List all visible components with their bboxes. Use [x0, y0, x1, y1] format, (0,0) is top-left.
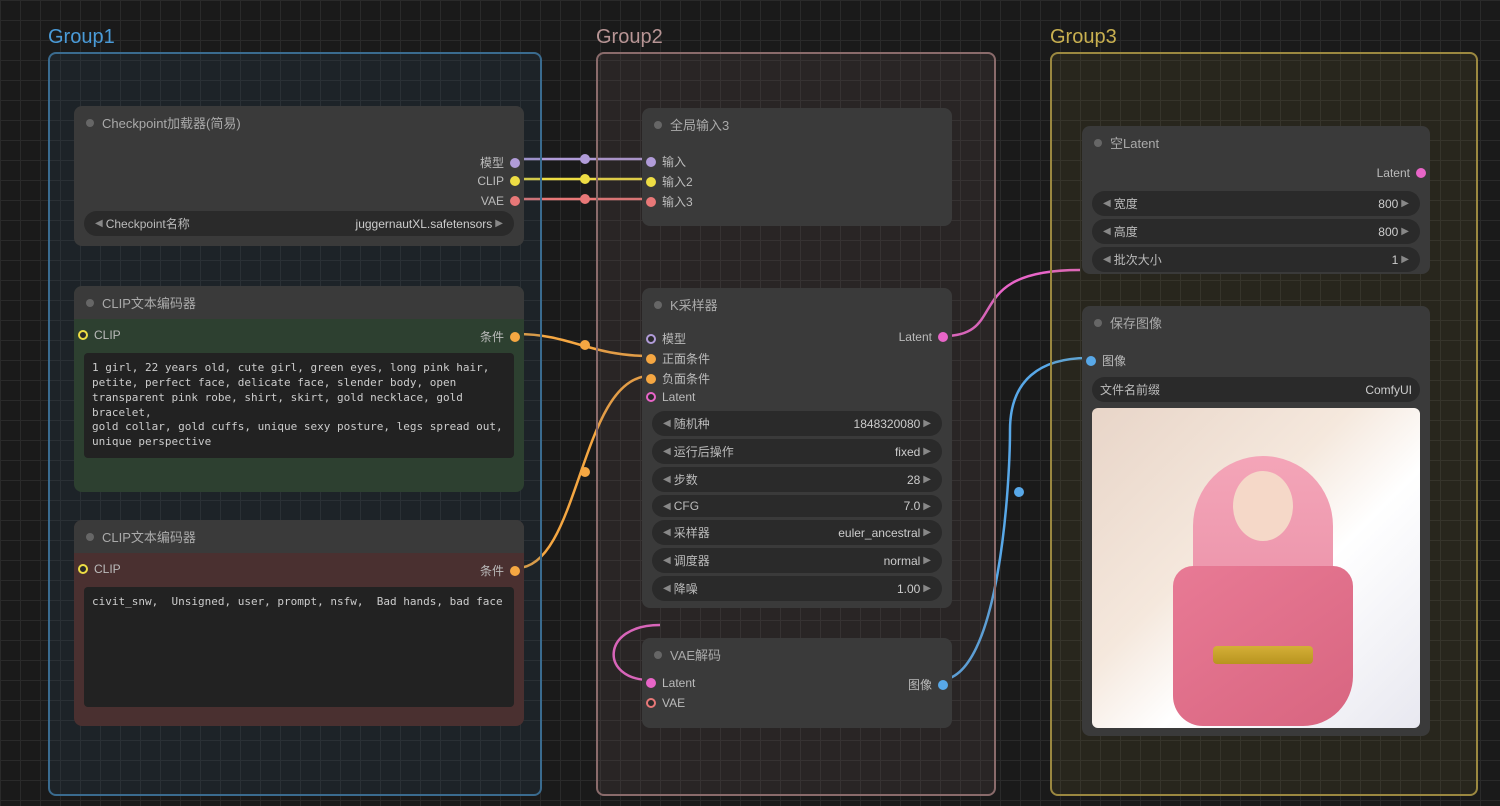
collapse-dot[interactable]: [86, 299, 94, 307]
latent-widget-0[interactable]: ◀宽度800▶: [1092, 191, 1420, 216]
node-header[interactable]: K采样器: [642, 288, 952, 321]
node-header[interactable]: Checkpoint加载器(简易): [74, 106, 524, 139]
next-arrow-icon[interactable]: ▶: [1398, 254, 1412, 265]
output-port-image[interactable]: [938, 680, 948, 690]
latent-widget-2[interactable]: ◀批次大小1▶: [1092, 247, 1420, 272]
input-port-latent[interactable]: [646, 392, 656, 402]
output-port-model[interactable]: [510, 158, 520, 168]
latent-widget-1[interactable]: ◀高度800▶: [1092, 219, 1420, 244]
collapse-dot[interactable]: [86, 119, 94, 127]
prev-arrow-icon[interactable]: ◀: [660, 446, 674, 457]
prompt-textarea[interactable]: 1 girl, 22 years old, cute girl, green e…: [84, 353, 514, 458]
filename-prefix-widget[interactable]: 文件名前缀ComfyUI: [1092, 377, 1420, 402]
next-arrow-icon[interactable]: ▶: [920, 501, 934, 512]
vae-decode-node[interactable]: VAE解码 Latent 图像 VAE: [642, 638, 952, 728]
output-port-conditioning[interactable]: [510, 332, 520, 342]
next-arrow-icon[interactable]: ▶: [920, 583, 934, 594]
output-port-vae[interactable]: [510, 196, 520, 206]
collapse-dot[interactable]: [1094, 139, 1102, 147]
clip-text-negative-node[interactable]: CLIP文本编码器 CLIP 条件 civit_snw, Unsigned, u…: [74, 520, 524, 726]
checkpoint-loader-node[interactable]: Checkpoint加载器(简易) 模型 CLIP VAE ◀Checkpoin…: [74, 106, 524, 246]
group-3-title: Group3: [1050, 26, 1117, 49]
node-header[interactable]: 保存图像: [1082, 306, 1430, 339]
input-port-3[interactable]: [646, 197, 656, 207]
next-arrow-icon[interactable]: ▶: [920, 555, 934, 566]
output-port-latent[interactable]: [938, 332, 948, 342]
next-arrow-icon[interactable]: ▶: [1398, 226, 1412, 237]
next-arrow-icon[interactable]: ▶: [1398, 198, 1412, 209]
prev-arrow-icon[interactable]: ◀: [660, 555, 674, 566]
ksampler-node[interactable]: K采样器 模型 Latent 正面条件 负面条件 Latent ◀随机种1848…: [642, 288, 952, 608]
ksampler-widget-0[interactable]: ◀随机种1848320080▶: [652, 411, 942, 436]
input-port-2[interactable]: [646, 177, 656, 187]
prev-arrow-icon[interactable]: ◀: [660, 527, 674, 538]
next-arrow-icon[interactable]: ▶: [492, 218, 506, 229]
prev-arrow-icon[interactable]: ◀: [660, 583, 674, 594]
prev-arrow-icon[interactable]: ◀: [1100, 226, 1114, 237]
ksampler-widget-3[interactable]: ◀CFG7.0▶: [652, 495, 942, 517]
input-port-image[interactable]: [1086, 356, 1096, 366]
output-port-latent[interactable]: [1416, 168, 1426, 178]
input-port-clip[interactable]: [78, 330, 88, 340]
input-port-model[interactable]: [646, 334, 656, 344]
node-header[interactable]: VAE解码: [642, 638, 952, 671]
next-arrow-icon[interactable]: ▶: [920, 527, 934, 538]
node-header[interactable]: 全局输入3: [642, 108, 952, 141]
input-port-1[interactable]: [646, 157, 656, 167]
next-arrow-icon[interactable]: ▶: [920, 474, 934, 485]
prev-arrow-icon[interactable]: ◀: [660, 474, 674, 485]
prompt-textarea[interactable]: civit_snw, Unsigned, user, prompt, nsfw,…: [84, 587, 514, 707]
ksampler-widget-5[interactable]: ◀调度器normal▶: [652, 548, 942, 573]
collapse-dot[interactable]: [1094, 319, 1102, 327]
collapse-dot[interactable]: [654, 651, 662, 659]
prev-arrow-icon[interactable]: ◀: [1100, 198, 1114, 209]
prev-arrow-icon[interactable]: ◀: [660, 418, 674, 429]
empty-latent-node[interactable]: 空Latent Latent ◀宽度800▶◀高度800▶◀批次大小1▶: [1082, 126, 1430, 274]
ksampler-widget-2[interactable]: ◀步数28▶: [652, 467, 942, 492]
input-port-negative[interactable]: [646, 374, 656, 384]
group-1-title: Group1: [48, 26, 115, 49]
next-arrow-icon[interactable]: ▶: [920, 418, 934, 429]
ksampler-widget-6[interactable]: ◀降噪1.00▶: [652, 576, 942, 601]
input-port-clip[interactable]: [78, 564, 88, 574]
next-arrow-icon[interactable]: ▶: [920, 446, 934, 457]
ksampler-widget-1[interactable]: ◀运行后操作fixed▶: [652, 439, 942, 464]
node-header[interactable]: 空Latent: [1082, 126, 1430, 159]
output-image-preview[interactable]: [1092, 408, 1420, 728]
input-port-vae[interactable]: [646, 698, 656, 708]
save-image-node[interactable]: 保存图像 图像 文件名前缀ComfyUI: [1082, 306, 1430, 736]
collapse-dot[interactable]: [86, 533, 94, 541]
clip-text-positive-node[interactable]: CLIP文本编码器 CLIP 条件 1 girl, 22 years old, …: [74, 286, 524, 492]
prev-arrow-icon[interactable]: ◀: [92, 218, 106, 229]
prev-arrow-icon[interactable]: ◀: [1100, 254, 1114, 265]
input-port-positive[interactable]: [646, 354, 656, 364]
output-port-clip[interactable]: [510, 176, 520, 186]
collapse-dot[interactable]: [654, 121, 662, 129]
collapse-dot[interactable]: [654, 301, 662, 309]
input-port-latent[interactable]: [646, 678, 656, 688]
global-input-node[interactable]: 全局输入3 输入 输入2 输入3: [642, 108, 952, 226]
output-port-conditioning[interactable]: [510, 566, 520, 576]
node-header[interactable]: CLIP文本编码器: [74, 520, 524, 553]
node-header[interactable]: CLIP文本编码器: [74, 286, 524, 319]
ksampler-widget-4[interactable]: ◀采样器euler_ancestral▶: [652, 520, 942, 545]
prev-arrow-icon[interactable]: ◀: [660, 501, 674, 512]
checkpoint-name-widget[interactable]: ◀Checkpoint名称juggernautXL.safetensors▶: [84, 211, 514, 236]
group-2-title: Group2: [596, 26, 663, 49]
